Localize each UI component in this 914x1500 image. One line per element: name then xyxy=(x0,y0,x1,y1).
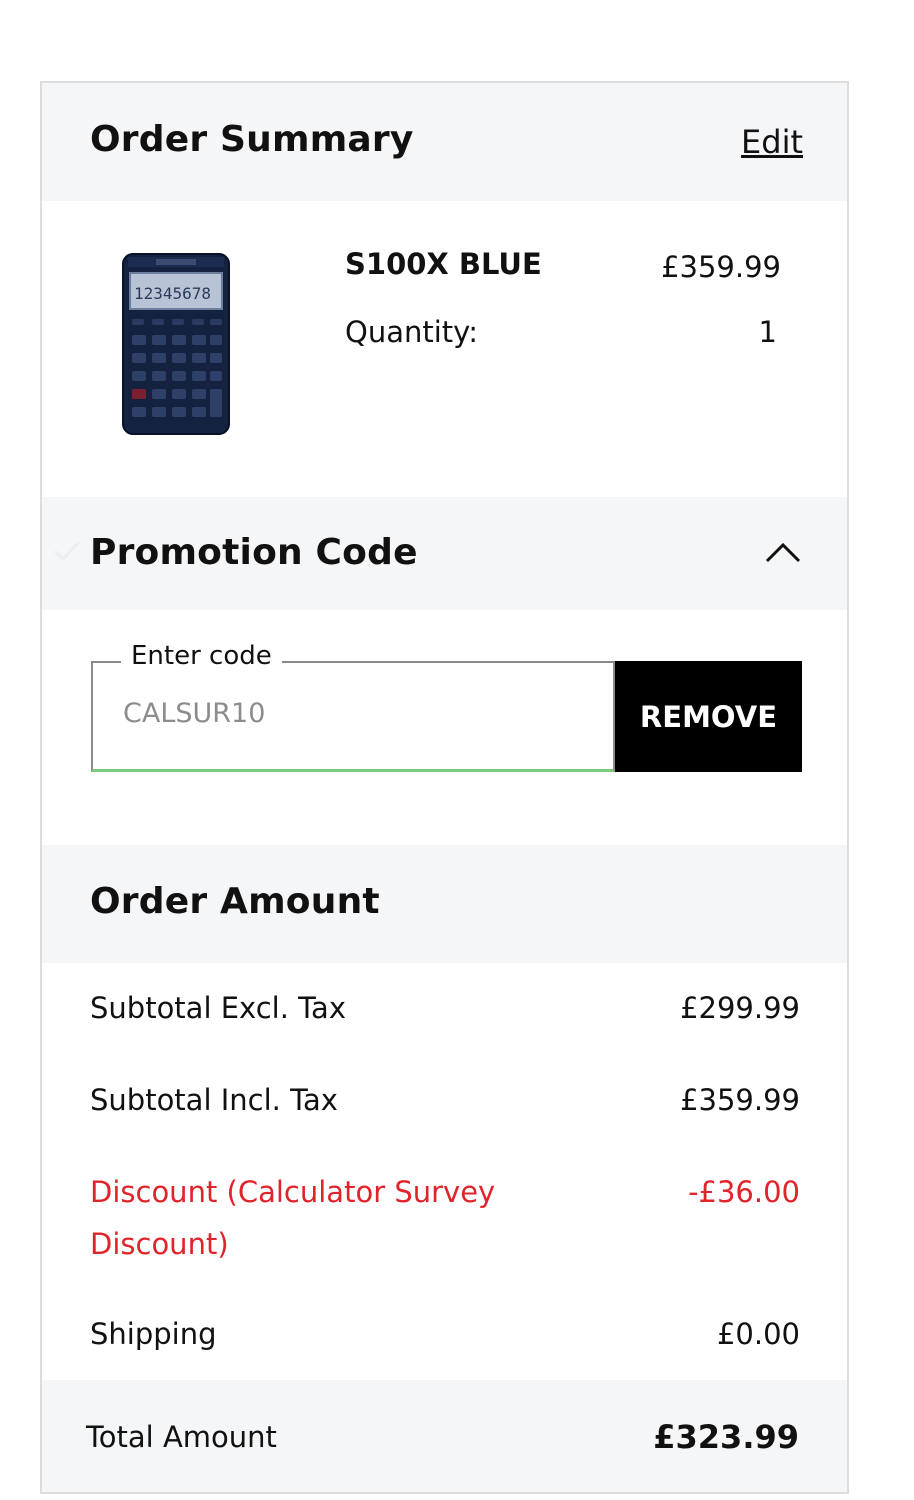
check-icon xyxy=(53,540,81,562)
total-amount-label: Total Amount xyxy=(86,1420,277,1454)
remove-button[interactable]: REMOVE xyxy=(615,661,802,772)
row-label: Discount (Calculator Survey Discount) xyxy=(90,1175,496,1261)
row-value: £359.99 xyxy=(680,1083,800,1117)
svg-text:12345678: 12345678 xyxy=(134,284,211,303)
order-amount-title: Order Amount xyxy=(90,881,380,922)
order-summary-panel: Order Summary Edit 12345678 S100X BLUE £… xyxy=(40,81,849,1494)
promo-code-input[interactable] xyxy=(121,697,585,730)
row-value: -£36.00 xyxy=(688,1175,800,1209)
row-value: £299.99 xyxy=(680,991,800,1025)
edit-link[interactable]: Edit xyxy=(741,123,803,161)
total-amount-value: £323.99 xyxy=(653,1418,799,1456)
promotion-code-header[interactable]: Promotion Code xyxy=(42,497,847,610)
order-amount-header: Order Amount xyxy=(42,845,847,963)
total-amount-row: Total Amount £323.99 xyxy=(42,1380,847,1492)
row-value: £0.00 xyxy=(716,1317,800,1351)
order-summary-header: Order Summary Edit xyxy=(42,83,847,201)
quantity-label: Quantity: xyxy=(345,315,478,349)
promo-code-label: Enter code xyxy=(121,641,282,671)
chevron-up-icon[interactable] xyxy=(763,539,803,567)
quantity-value: 1 xyxy=(758,315,777,349)
row-label: Subtotal Incl. Tax xyxy=(90,1083,338,1117)
product-price: £359.99 xyxy=(661,250,781,284)
row-label: Shipping xyxy=(90,1317,217,1351)
order-summary-title: Order Summary xyxy=(90,119,414,160)
promo-code-field[interactable]: Enter code xyxy=(91,641,615,772)
product-name: S100X BLUE xyxy=(345,247,542,281)
promotion-code-title: Promotion Code xyxy=(90,532,418,573)
row-label: Subtotal Excl. Tax xyxy=(90,991,346,1025)
calculator-icon: 12345678 xyxy=(122,253,230,435)
